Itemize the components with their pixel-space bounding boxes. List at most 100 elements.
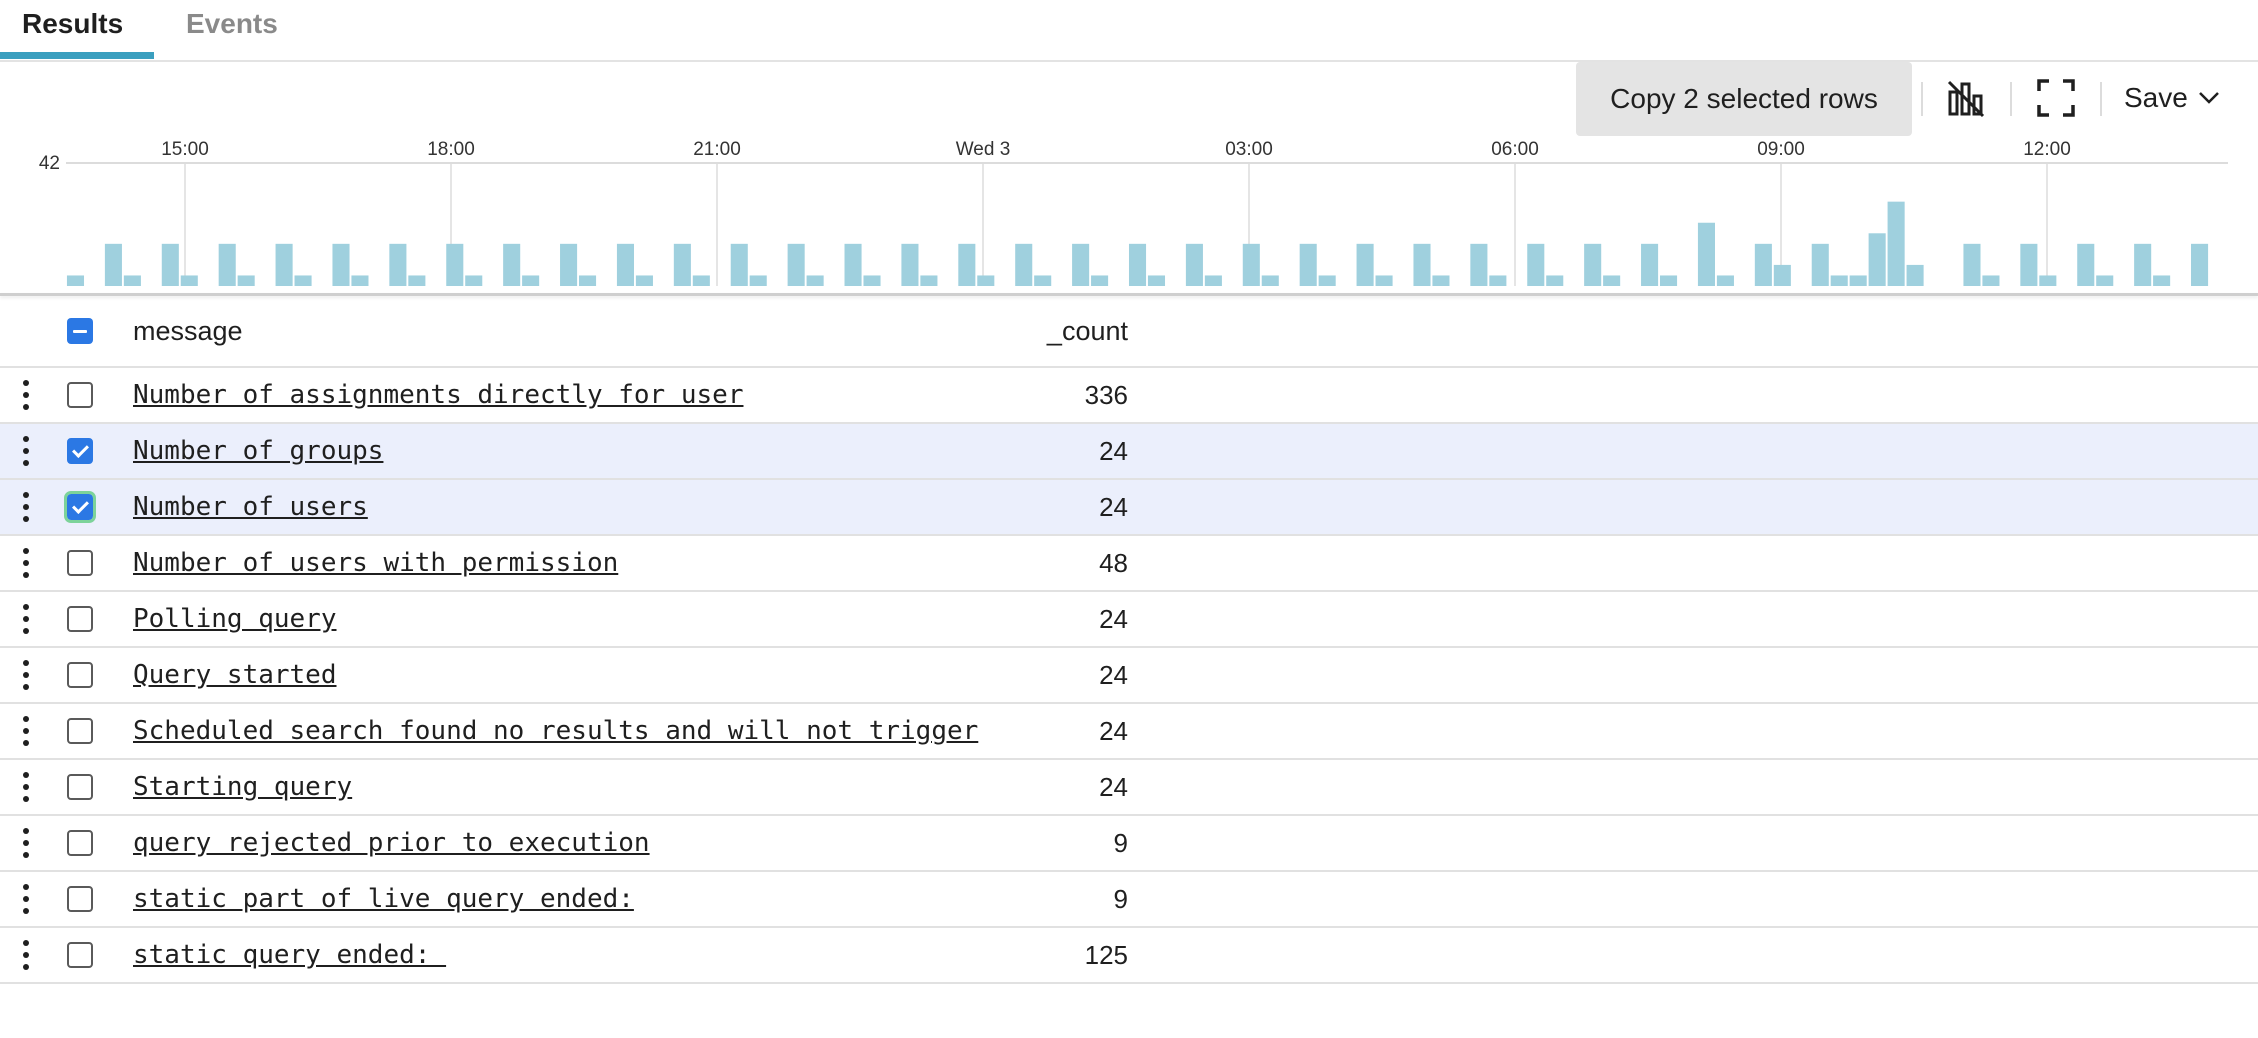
histogram-bar (389, 243, 407, 286)
toolbar-divider (2010, 82, 2012, 116)
row-checkbox[interactable] (67, 830, 93, 856)
x-tick-label: 15:00 (161, 139, 209, 160)
row-message-link[interactable]: Starting query (133, 772, 352, 802)
histogram-bar (1091, 275, 1109, 286)
row-message-link[interactable]: Number of users (133, 492, 368, 522)
row-message-link[interactable]: Query started (133, 660, 337, 690)
row-menu-icon[interactable] (14, 660, 38, 690)
histogram-bar (351, 275, 369, 286)
table-row[interactable]: Number of users with permission 48 (0, 536, 2258, 592)
row-message-link[interactable]: Number of groups (133, 436, 383, 466)
histogram-bar (1318, 275, 1336, 286)
table-row[interactable]: Query started 24 (0, 648, 2258, 704)
row-menu-icon[interactable] (14, 772, 38, 802)
row-message-link[interactable]: static query ended: (133, 940, 446, 970)
row-checkbox[interactable] (67, 662, 93, 688)
histogram-bar (1356, 243, 1374, 286)
row-menu-icon[interactable] (14, 492, 38, 522)
y-tick-label: 42 (39, 153, 60, 174)
histogram-bar (408, 275, 426, 286)
histogram-bar (2077, 243, 2095, 286)
save-button[interactable]: Save (2124, 74, 2220, 122)
histogram-bar (1754, 243, 1772, 286)
row-message-link[interactable]: static part of live query ended: (133, 884, 634, 914)
column-header-count[interactable]: _count (940, 316, 1128, 347)
row-menu-icon[interactable] (14, 828, 38, 858)
row-menu-icon[interactable] (14, 548, 38, 578)
event-histogram[interactable]: 42 15:00 18:00 21:00 Wed 3 03:00 06:00 09:00 12:… (0, 130, 2258, 294)
row-checkbox[interactable] (67, 774, 93, 800)
table-row[interactable]: Scheduled search found no results and wi… (0, 704, 2258, 760)
row-checkbox[interactable] (67, 886, 93, 912)
row-message-link[interactable]: Scheduled search found no results and wi… (133, 716, 978, 746)
tab-events[interactable]: Events (186, 8, 278, 40)
histogram-bar (522, 275, 540, 286)
row-menu-icon[interactable] (14, 716, 38, 746)
row-checkbox[interactable] (67, 382, 93, 408)
histogram-bar (806, 275, 824, 286)
histogram-bar (1584, 243, 1602, 286)
table-row[interactable]: Number of assignments directly for user 3… (0, 368, 2258, 424)
histogram-bar (579, 275, 597, 286)
row-menu-icon[interactable] (14, 436, 38, 466)
histogram-bar (958, 243, 976, 286)
row-menu-icon[interactable] (14, 380, 38, 410)
histogram-bar (1773, 264, 1791, 286)
histogram-bar (1034, 275, 1052, 286)
table-row[interactable]: Number of groups 24 (0, 424, 2258, 480)
tab-results[interactable]: Results (22, 8, 123, 40)
row-checkbox[interactable] (67, 718, 93, 744)
row-checkbox[interactable] (67, 550, 93, 576)
copy-selected-rows-button[interactable]: Copy 2 selected rows (1576, 62, 1912, 136)
row-checkbox[interactable] (67, 438, 93, 464)
table-row[interactable]: static query ended: 125 (0, 928, 2258, 984)
row-menu-icon[interactable] (14, 604, 38, 634)
row-message-link[interactable]: Number of assignments directly for user (133, 380, 743, 410)
histogram-bar (1204, 275, 1222, 286)
histogram-bar (1015, 243, 1033, 286)
table-row[interactable]: Starting query 24 (0, 760, 2258, 816)
x-tick-label: 03:00 (1225, 139, 1273, 160)
row-message-link[interactable]: Number of users with permission (133, 548, 618, 578)
bar-chart-off-icon[interactable] (1940, 72, 1992, 124)
table-row[interactable]: static part of live query ended: 9 (0, 872, 2258, 928)
row-message-link[interactable]: query rejected prior to execution (133, 828, 650, 858)
row-checkbox[interactable] (64, 491, 96, 523)
histogram-bar (1546, 275, 1564, 286)
table-row[interactable]: query rejected prior to execution 9 (0, 816, 2258, 872)
histogram-bar (635, 275, 653, 286)
fullscreen-icon[interactable] (2030, 72, 2082, 124)
row-message-link[interactable]: Polling query (133, 604, 337, 634)
column-header-message[interactable]: message (133, 316, 243, 347)
x-tick-label: 21:00 (693, 139, 741, 160)
histogram-bar (1697, 222, 1715, 286)
histogram-bar (465, 275, 483, 286)
histogram-bar (1887, 201, 1905, 286)
histogram-bar (275, 243, 293, 286)
row-count: 48 (1099, 548, 1128, 578)
table-header: message _count (0, 298, 2258, 368)
x-tick-label: 06:00 (1491, 139, 1539, 160)
row-menu-icon[interactable] (14, 940, 38, 970)
row-count: 24 (1099, 604, 1128, 634)
row-checkbox[interactable] (67, 942, 93, 968)
histogram-bar (1906, 264, 1924, 286)
table-row[interactable]: Polling query 24 (0, 592, 2258, 648)
histogram-bar (123, 275, 141, 286)
row-count: 336 (1084, 380, 1128, 410)
histogram-bar (1261, 275, 1279, 286)
histogram-bar (1470, 243, 1488, 286)
histogram-bar (673, 243, 691, 286)
histogram-bar (977, 275, 995, 286)
histogram-bar (1660, 275, 1678, 286)
row-count: 24 (1099, 716, 1128, 746)
row-menu-icon[interactable] (14, 884, 38, 914)
row-count: 125 (1084, 940, 1128, 970)
histogram-bar (749, 275, 767, 286)
histogram-bar (863, 275, 881, 286)
table-row[interactable]: Number of users 24 (0, 480, 2258, 536)
row-checkbox[interactable] (67, 606, 93, 632)
histogram-bar (920, 275, 938, 286)
select-all-checkbox[interactable] (67, 318, 93, 344)
histogram-bar (2191, 243, 2209, 286)
